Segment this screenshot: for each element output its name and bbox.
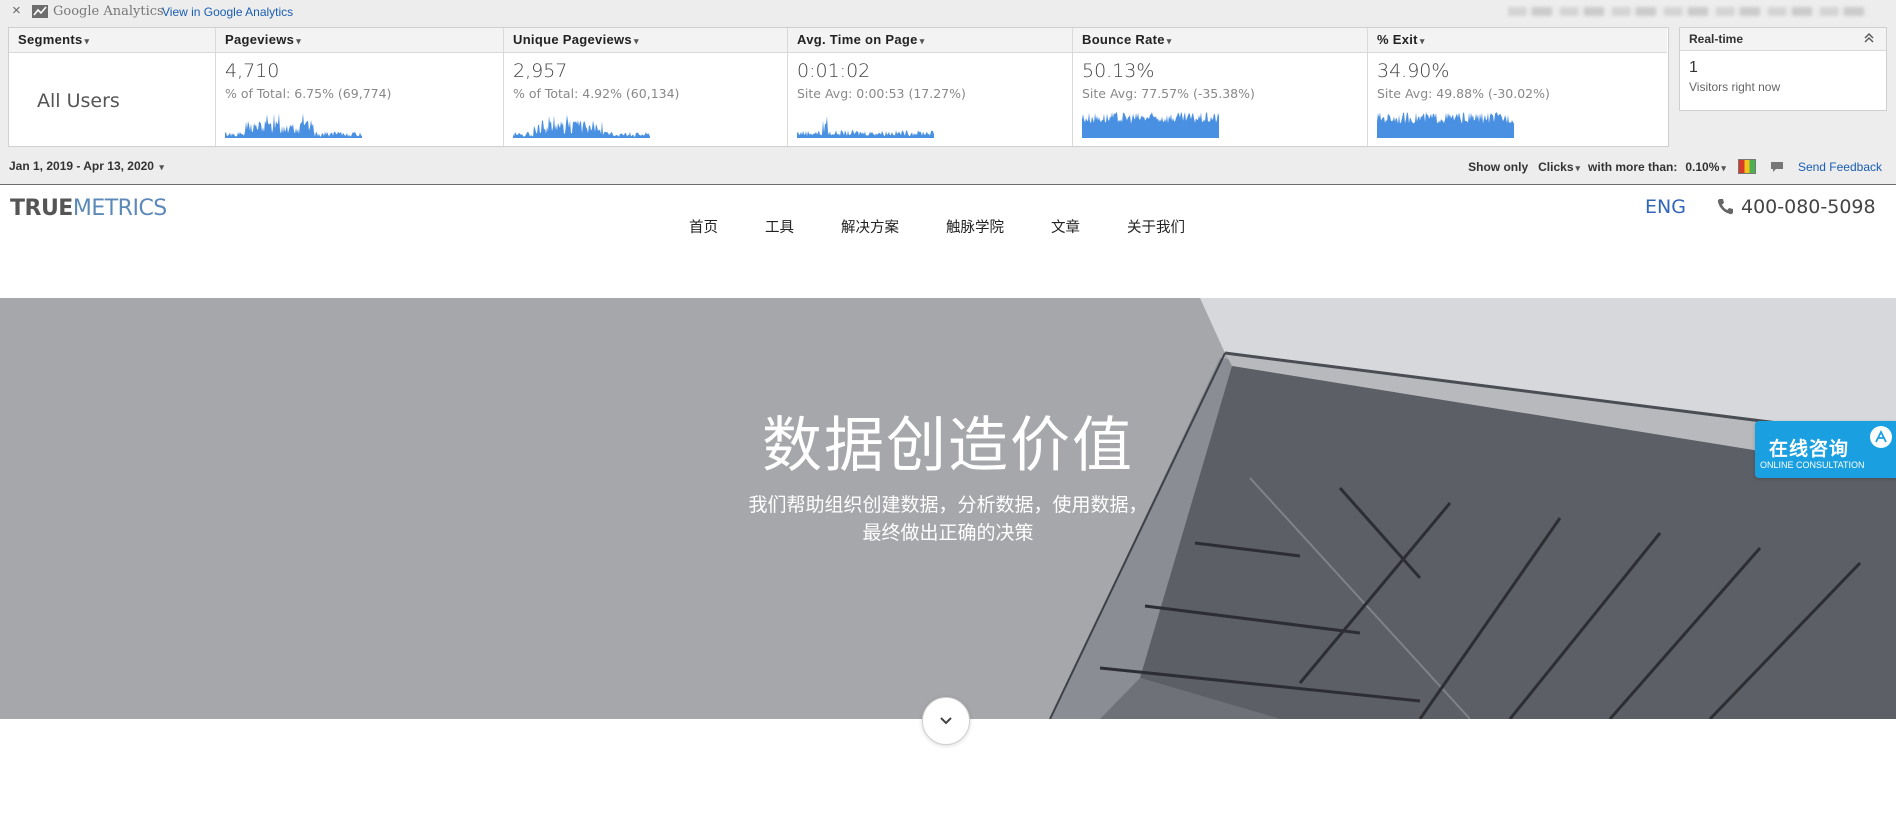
realtime-visitors-count: 1 (1689, 59, 1698, 76)
sparkline-area (797, 116, 934, 138)
truemetrics-logo[interactable]: TRUEMETRICS (10, 196, 167, 221)
hero-title: 数据创造价值 (762, 411, 1134, 481)
nav-item-academy[interactable]: 触脉学院 (946, 216, 1004, 237)
blurred-account-info (1508, 7, 1868, 16)
logo-metrics-text: METRICS (72, 196, 167, 221)
pageviews-value: 4,710 (225, 60, 280, 82)
exit-value: 34.90% (1377, 60, 1450, 82)
bounce-rate-subtext: Site Avg: 77.57% (-35.38%) (1082, 86, 1255, 101)
sparkline-area (1082, 112, 1219, 138)
avg-time-header[interactable]: Avg. Time on Page ▾ (788, 28, 1072, 53)
exit-header[interactable]: % Exit ▾ (1368, 28, 1667, 53)
online-consultation-button[interactable]: 在线咨询 ONLINE CONSULTATION (1755, 421, 1896, 478)
sparkline-area (513, 114, 650, 138)
bounce-rate-value: 50.13% (1082, 60, 1155, 82)
unique-pageviews-header[interactable]: Unique Pageviews ▾ (504, 28, 787, 53)
logo-true-text: TRUE (10, 196, 73, 221)
phone-number: 400-080-5098 (1741, 196, 1876, 218)
unique-pageviews-subtext: % of Total: 4.92% (60,134) (513, 86, 680, 101)
language-switch[interactable]: ENG (1645, 196, 1686, 218)
exit-column: % Exit ▾ 34.90% Site Avg: 49.88% (-30.02%… (1368, 28, 1667, 146)
send-feedback-link[interactable]: Send Feedback (1798, 160, 1882, 174)
close-icon[interactable]: × (12, 3, 21, 19)
analytics-logo-icon (32, 5, 48, 18)
pageviews-column: Pageviews ▾ 4,710 % of Total: 6.75% (69,7… (216, 28, 504, 146)
date-range-selector[interactable]: Jan 1, 2019 - Apr 13, 2020 ▾ (9, 159, 164, 173)
heatmap-controls: Show only Clicks ▾ with more than: 0.10% ▾… (1468, 159, 1882, 174)
unique-pageviews-sparkline (513, 114, 650, 138)
main-nav: 首页 工具 解决方案 触脉学院 文章 关于我们 (689, 216, 1232, 237)
hero-banner: 数据创造价值 我们帮助组织创建数据，分析数据，使用数据， 最终做出正确的决策 (0, 298, 1896, 719)
chat-badge-icon (1870, 426, 1892, 448)
phone-icon (1717, 199, 1733, 215)
unique-pageviews-column: Unique Pageviews ▾ 2,957 % of Total: 4.92… (504, 28, 788, 146)
pageviews-sparkline (225, 113, 362, 138)
realtime-panel: Real-time 1 Visitors right now (1679, 27, 1887, 111)
nav-item-tools[interactable]: 工具 (765, 216, 794, 237)
comment-icon[interactable] (1770, 161, 1784, 173)
hero-subtitle-line2: 最终做出正确的决策 (862, 522, 1034, 544)
show-only-label: Show only (1468, 159, 1529, 174)
realtime-header: Real-time (1680, 28, 1886, 51)
segment-all-users: All Users (37, 90, 120, 112)
bounce-rate-column: Bounce Rate ▾ 50.13% Site Avg: 77.57% (-3… (1073, 28, 1368, 146)
realtime-visitors-label: Visitors right now (1689, 80, 1781, 94)
avg-time-subtext: Site Avg: 0:00:53 (17.27%) (797, 86, 966, 101)
chevron-down-icon (940, 717, 952, 725)
segments-column: Segments ▾ All Users (9, 28, 216, 146)
scroll-down-button[interactable] (922, 697, 970, 745)
hero-subtitle-line1: 我们帮助组织创建数据，分析数据，使用数据， (748, 494, 1148, 516)
clicks-dropdown[interactable]: Clicks ▾ (1538, 160, 1580, 174)
segments-header[interactable]: Segments ▾ (9, 28, 215, 53)
with-more-than-label: with more than: (1588, 159, 1678, 174)
ga-toolbar: × Google Analytics View in Google Analyt… (0, 0, 1896, 24)
avg-time-sparkline (797, 116, 934, 138)
bounce-rate-sparkline (1082, 112, 1219, 138)
sparkline-area (1377, 112, 1514, 138)
ga-logo-text: Google Analytics (53, 4, 164, 19)
collapse-icon[interactable] (1862, 31, 1876, 45)
avg-time-column: Avg. Time on Page ▾ 0:01:02 Site Avg: 0:0… (788, 28, 1073, 146)
exit-subtext: Site Avg: 49.88% (-30.02%) (1377, 86, 1550, 101)
sparkline-area (225, 113, 362, 138)
nav-item-home[interactable]: 首页 (689, 216, 718, 237)
consult-label-cn: 在线咨询 (1769, 438, 1850, 460)
unique-pageviews-value: 2,957 (513, 60, 568, 82)
nav-item-solutions[interactable]: 解决方案 (841, 216, 899, 237)
metrics-table: Segments ▾ All Users Pageviews ▾ 4,710 % o… (8, 27, 1669, 147)
bounce-rate-header[interactable]: Bounce Rate ▾ (1073, 28, 1367, 53)
exit-sparkline (1377, 112, 1514, 138)
view-in-ga-link[interactable]: View in Google Analytics (162, 5, 293, 19)
nav-item-articles[interactable]: 文章 (1051, 216, 1080, 237)
pageviews-subtext: % of Total: 6.75% (69,774) (225, 86, 392, 101)
consult-label-en: ONLINE CONSULTATION (1760, 460, 1865, 470)
threshold-dropdown[interactable]: 0.10% ▾ (1685, 160, 1726, 174)
pageviews-header[interactable]: Pageviews ▾ (216, 28, 503, 53)
avg-time-value: 0:01:02 (797, 60, 871, 82)
heatmap-icon[interactable] (1737, 159, 1756, 174)
ga-metrics-panel: Segments ▾ All Users Pageviews ▾ 4,710 % o… (0, 24, 1896, 185)
nav-item-about[interactable]: 关于我们 (1127, 216, 1185, 237)
